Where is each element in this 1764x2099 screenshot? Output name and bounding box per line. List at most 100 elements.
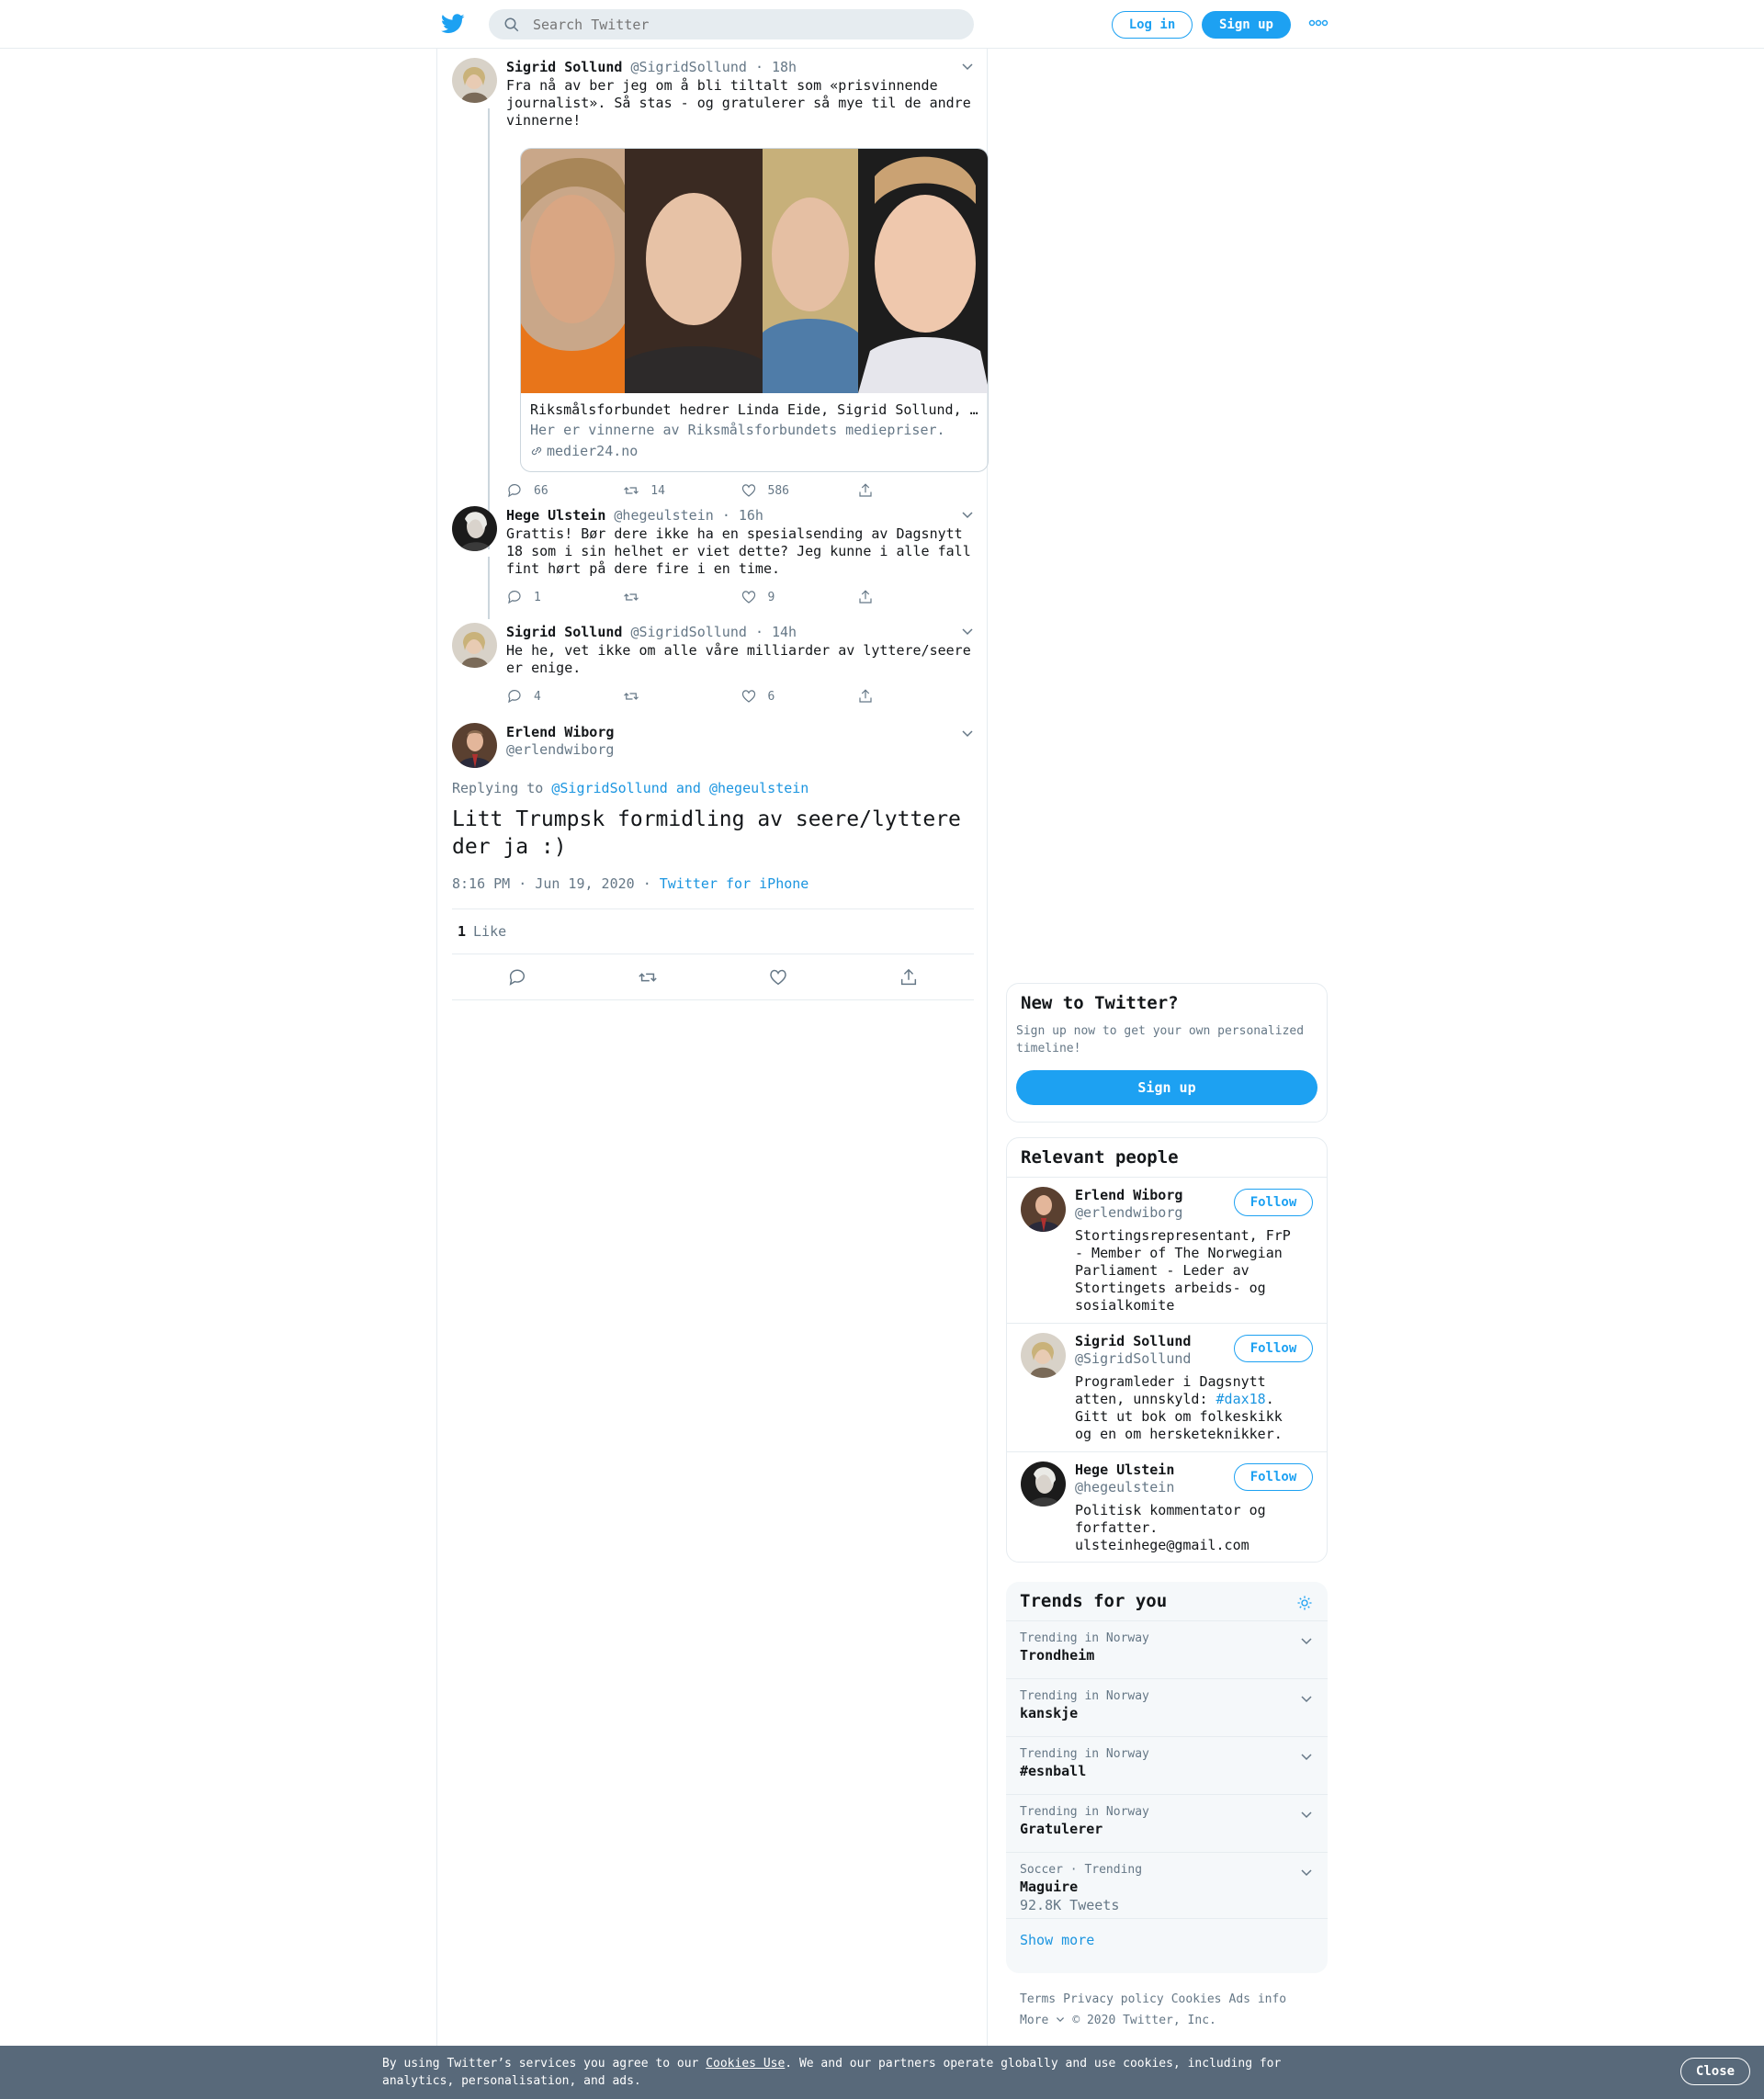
thread-tweet[interactable]: Sigrid Sollund @SigridSollund · 18h Fra … xyxy=(452,58,989,549)
cookies-use-link[interactable]: Cookies Use xyxy=(706,2057,785,2071)
tweet-author-name[interactable]: Sigrid Sollund xyxy=(506,624,622,640)
signup-button[interactable]: Sign up xyxy=(1202,11,1291,39)
avatar[interactable] xyxy=(452,623,497,668)
footer-link-privacy[interactable]: Privacy policy xyxy=(1063,1992,1164,2006)
heart-icon[interactable] xyxy=(768,967,788,987)
hashtag-link[interactable]: #dax18 xyxy=(1216,1391,1266,1407)
trend-item[interactable]: Trending in Norway Gratulerer xyxy=(1006,1794,1328,1852)
person-item[interactable]: Hege Ulstein @hegeulstein Politisk komme… xyxy=(1007,1451,1327,1562)
like-button[interactable]: 6 xyxy=(741,686,857,706)
avatar[interactable] xyxy=(452,723,497,768)
chevron-down-icon[interactable] xyxy=(1300,1866,1313,1879)
retweet-button[interactable]: 14 xyxy=(623,480,740,501)
focal-author-handle[interactable]: @erlendwiborg xyxy=(506,741,614,758)
footer-link-ads-info[interactable]: Ads info xyxy=(1229,1992,1287,2006)
avatar[interactable] xyxy=(452,506,497,551)
trend-name: Trondheim xyxy=(1020,1647,1095,1664)
new-to-twitter-panel: New to Twitter? Sign up now to get your … xyxy=(1006,983,1328,1123)
chevron-down-icon[interactable] xyxy=(961,727,974,739)
chevron-down-icon[interactable] xyxy=(1300,1692,1313,1705)
chevron-down-icon[interactable] xyxy=(1300,1634,1313,1647)
avatar[interactable] xyxy=(1021,1187,1066,1232)
share-icon xyxy=(859,689,872,703)
reply-button[interactable]: 4 xyxy=(506,686,623,706)
tweet-author-name[interactable]: Hege Ulstein xyxy=(506,507,605,524)
retweet-button[interactable] xyxy=(623,686,740,706)
focal-timestamp[interactable]: 8:16 PM · Jun 19, 2020 xyxy=(452,875,635,892)
avatar[interactable] xyxy=(1021,1461,1066,1507)
sidebar-footer: Terms Privacy policy Cookies Ads info More ©… xyxy=(1020,1989,1332,2031)
card-description: Her er vinnerne av Riksmålsforbundets me… xyxy=(530,422,945,438)
like-button[interactable]: 586 xyxy=(741,480,857,501)
trend-name: Gratulerer xyxy=(1020,1821,1103,1837)
twitter-logo-icon[interactable] xyxy=(441,13,465,35)
chevron-down-icon[interactable] xyxy=(961,625,974,638)
footer-link-cookies[interactable]: Cookies xyxy=(1171,1992,1222,2006)
chevron-down-icon[interactable] xyxy=(1300,1750,1313,1763)
thread-tweet[interactable]: Sigrid Sollund @SigridSollund · 14h He h… xyxy=(452,623,974,715)
focal-tweet-meta: 8:16 PM · Jun 19, 2020 · Twitter for iPh… xyxy=(452,875,809,892)
footer-link-terms[interactable]: Terms xyxy=(1020,1992,1056,2006)
chevron-down-icon[interactable] xyxy=(961,60,974,73)
tweet-source-link[interactable]: Twitter for iPhone xyxy=(660,875,809,892)
trend-name: kanskje xyxy=(1020,1705,1079,1721)
reply-icon xyxy=(508,690,521,704)
reply-icon[interactable] xyxy=(507,967,527,987)
link-card[interactable]: Riksmålsforbundet hedrer Linda Eide, Sig… xyxy=(520,148,989,472)
more-options-icon[interactable] xyxy=(1308,17,1329,29)
likes-summary[interactable]: 1 Like xyxy=(452,908,974,954)
avatar[interactable] xyxy=(1021,1333,1066,1378)
reply-count: 66 xyxy=(534,483,548,498)
reply-button[interactable]: 66 xyxy=(506,480,623,501)
like-button[interactable]: 9 xyxy=(741,587,857,607)
tweet-author-handle[interactable]: @hegeulstein xyxy=(614,507,713,524)
thread-tweet[interactable]: Hege Ulstein @hegeulstein · 16h Grattis!… xyxy=(452,506,974,619)
sidebar-signup-button[interactable]: Sign up xyxy=(1016,1070,1317,1105)
person-bio: Politisk kommentator og forfatter. ulste… xyxy=(1075,1502,1266,1553)
chevron-down-icon[interactable] xyxy=(961,508,974,521)
focal-author-name[interactable]: Erlend Wiborg xyxy=(506,724,614,740)
trend-tweet-count: 92.8K Tweets xyxy=(1020,1897,1120,1913)
replying-to-link[interactable]: @SigridSollund and @hegeulstein xyxy=(551,780,808,796)
trend-context: Trending in Norway xyxy=(1020,1747,1149,1761)
share-button[interactable] xyxy=(857,587,974,607)
trend-item[interactable]: Trending in Norway Trondheim xyxy=(1006,1620,1328,1678)
share-button[interactable] xyxy=(857,686,974,706)
follow-button[interactable]: Follow xyxy=(1234,1189,1313,1216)
retweet-button[interactable] xyxy=(623,587,740,607)
login-button[interactable]: Log in xyxy=(1112,11,1193,39)
retweet-icon[interactable] xyxy=(638,967,658,987)
card-url: medier24.no xyxy=(547,443,639,459)
trend-context: Trending in Norway xyxy=(1020,1689,1149,1703)
trend-item[interactable]: Trending in Norway #esnball xyxy=(1006,1736,1328,1794)
like-count: 586 xyxy=(767,483,789,498)
share-icon[interactable] xyxy=(899,967,919,987)
follow-button[interactable]: Follow xyxy=(1234,1463,1313,1491)
follow-button[interactable]: Follow xyxy=(1234,1335,1313,1362)
tweet-time[interactable]: · 18h xyxy=(755,59,797,75)
heart-icon xyxy=(741,484,755,497)
search-input[interactable] xyxy=(533,16,937,33)
chevron-down-icon[interactable] xyxy=(1300,1808,1313,1821)
like-total-label: Like xyxy=(473,923,507,940)
trend-item[interactable]: Trending in Norway kanskje xyxy=(1006,1678,1328,1736)
settings-gear-icon[interactable] xyxy=(1296,1595,1313,1611)
tweet-time[interactable]: · 16h xyxy=(722,507,763,524)
tweet-text: Grattis! Bør dere ikke ha en spesialsend… xyxy=(506,525,971,577)
share-button[interactable] xyxy=(857,480,974,501)
avatar[interactable] xyxy=(452,58,497,103)
trend-item[interactable]: Soccer · Trending Maguire 92.8K Tweets xyxy=(1006,1852,1328,1918)
tweet-author-name[interactable]: Sigrid Sollund xyxy=(506,59,622,75)
person-item[interactable]: Sigrid Sollund @SigridSollund Programled… xyxy=(1007,1323,1327,1451)
search-bar[interactable] xyxy=(489,9,974,39)
tweet-author-handle[interactable]: @SigridSollund xyxy=(630,624,746,640)
person-item[interactable]: Erlend Wiborg @erlendwiborg Stortingsrep… xyxy=(1007,1177,1327,1323)
tweet-author-handle[interactable]: @SigridSollund xyxy=(630,59,746,75)
cookie-close-button[interactable]: Close xyxy=(1680,2058,1750,2085)
reply-button[interactable]: 1 xyxy=(506,587,623,607)
show-more-link[interactable]: Show more xyxy=(1006,1918,1328,1961)
main-column: Sigrid Sollund @SigridSollund · 18h Fra … xyxy=(436,49,989,2099)
tweet-time[interactable]: · 14h xyxy=(755,624,797,640)
focal-action-bar xyxy=(452,954,974,1000)
footer-more[interactable]: More xyxy=(1020,2014,1065,2027)
